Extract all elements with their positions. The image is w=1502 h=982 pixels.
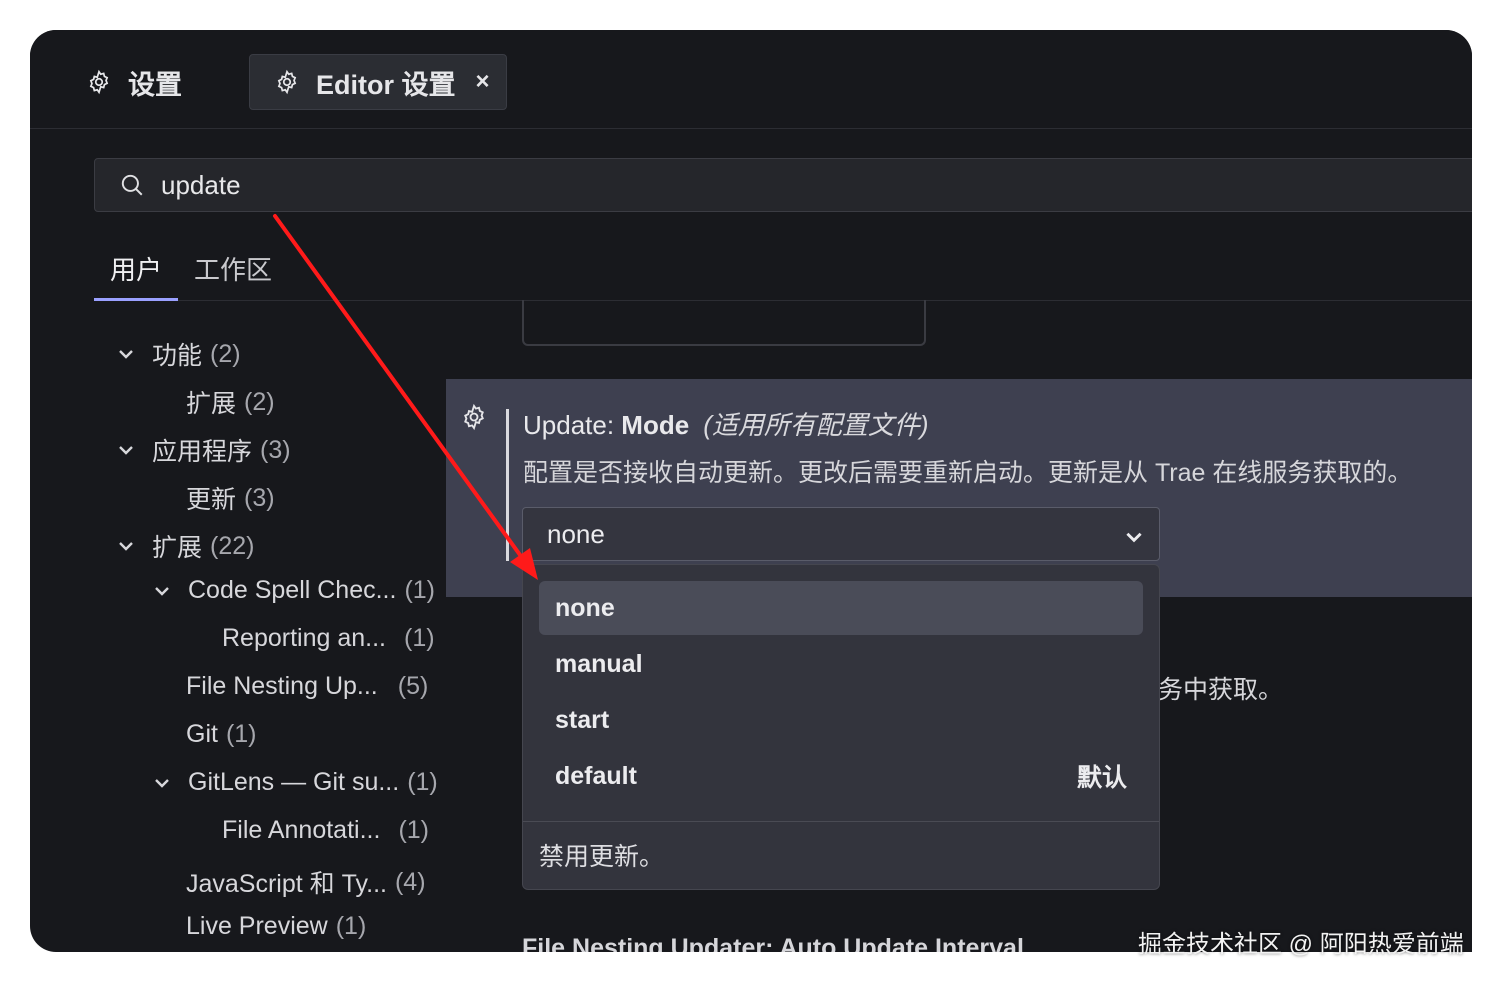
previous-setting-input	[522, 300, 926, 346]
scope-tabs: 用户 工作区	[94, 240, 1472, 301]
hidden-setting-description: 务中获取。	[1158, 676, 1284, 704]
tab-editor-settings[interactable]: Editor 设置 ×	[249, 54, 507, 110]
toc-count: (1)	[398, 816, 429, 844]
tab-settings[interactable]: 设置	[86, 54, 182, 110]
watermark: 掘金技术社区 @ 阿阳热爱前端	[1138, 931, 1464, 958]
toc-label: 应用程序	[152, 438, 253, 466]
option-label: manual	[555, 649, 643, 678]
toc-item[interactable]: File Nesting Up... (5)	[186, 672, 428, 701]
gear-icon	[86, 69, 112, 95]
dropdown-divider	[523, 821, 1159, 822]
toc-label: Live Preview	[186, 912, 328, 940]
tab-label: 设置	[128, 69, 182, 100]
toc-item[interactable]: 应用程序 (3)	[116, 432, 291, 468]
default-tag: 默认	[1076, 764, 1127, 792]
toc-count: (1)	[407, 768, 438, 796]
option-manual[interactable]: manual	[539, 637, 1143, 691]
toc-item[interactable]: 扩展 (22)	[116, 528, 254, 564]
gear-icon[interactable]	[460, 403, 488, 431]
search-icon	[119, 172, 145, 198]
option-label: none	[555, 593, 615, 622]
toc-count: (1)	[404, 624, 435, 652]
option-label: default	[555, 761, 637, 790]
chevron-down-icon	[152, 773, 172, 793]
option-description: 禁用更新。	[539, 843, 665, 871]
toc-item[interactable]: JavaScript 和 Ty... (4)	[186, 864, 426, 900]
toc-count: (1)	[404, 576, 436, 604]
next-setting-title: File Nesting Updater: Auto Update Interv…	[522, 934, 1024, 952]
toc-count: (5)	[397, 672, 429, 700]
active-tab-indicator	[94, 298, 178, 301]
setting-scope-note: (适用所有配置文件)	[703, 410, 929, 440]
chevron-down-icon	[116, 536, 136, 556]
toc-label: File Nesting Up...	[186, 672, 378, 700]
toc-count: (3)	[260, 435, 291, 464]
toc-label: 功能	[152, 342, 203, 370]
toc-label: JavaScript 和 Ty...	[186, 870, 387, 898]
toc-item[interactable]: 扩展 (2)	[186, 384, 275, 420]
option-label: start	[555, 705, 610, 734]
focus-indicator	[506, 409, 509, 561]
tab-bar: 设置 Editor 设置 ×	[30, 30, 1472, 129]
toc-item[interactable]: Code Spell Chec... (1)	[152, 576, 435, 605]
setting-title: Update: Mode (适用所有配置文件)	[523, 405, 929, 442]
setting-name: Mode	[621, 410, 690, 440]
search-input[interactable]	[159, 168, 1063, 202]
select-dropdown: none manual start default 默认 禁用更新。	[522, 564, 1160, 890]
tab-workspace[interactable]: 工作区	[194, 250, 272, 287]
chevron-down-icon	[1123, 524, 1145, 546]
settings-window: 设置 Editor 设置 × 用户 工作区 功能(2) 扩展(2)	[30, 30, 1472, 952]
toc-count: (2)	[244, 387, 275, 416]
chevron-down-icon	[152, 581, 172, 601]
toc-label: 更新	[186, 486, 237, 514]
setting-category: Update:	[523, 410, 622, 440]
close-icon[interactable]: ×	[476, 68, 490, 96]
toc-count: (3)	[244, 483, 275, 512]
toc-label: 扩展	[186, 390, 237, 418]
toc-label: GitLens — Git su...	[188, 768, 400, 796]
toc-label: 扩展	[152, 534, 203, 562]
option-default[interactable]: default 默认	[539, 749, 1143, 803]
chevron-down-icon	[116, 344, 136, 364]
toc-item[interactable]: Live Preview (1)	[186, 912, 366, 941]
tab-label: Editor 设置	[316, 69, 456, 100]
chevron-down-icon	[116, 440, 136, 460]
toc-count: (22)	[210, 531, 255, 560]
toc-item[interactable]: GitLens — Git su... (1)	[152, 768, 438, 797]
toc-count: (4)	[394, 867, 426, 896]
toc-count: (1)	[225, 720, 257, 748]
setting-description: 配置是否接收自动更新。更改后需要重新启动。更新是从 Trae 在线服务获取的。	[523, 459, 1413, 487]
tab-user[interactable]: 用户	[110, 250, 162, 287]
settings-search	[94, 158, 1472, 212]
toc-label: Code Spell Chec...	[188, 576, 397, 604]
toc-count: (2)	[210, 339, 241, 368]
toc-label: Git	[186, 720, 218, 748]
toc-item[interactable]: 更新 (3)	[186, 480, 275, 516]
select-value: none	[547, 518, 605, 549]
gear-icon	[274, 69, 300, 95]
toc-item[interactable]: File Annotati... (1)	[222, 816, 429, 845]
toc-label: Reporting an...	[222, 624, 386, 652]
toc-item[interactable]: Reporting an... (1)	[222, 624, 435, 653]
toc-item[interactable]: Git (1)	[186, 720, 257, 749]
toc-label: File Annotati...	[222, 816, 381, 844]
option-start[interactable]: start	[539, 693, 1143, 747]
toc-count: (1)	[335, 912, 367, 940]
toc-item[interactable]: 功能 (2)	[116, 336, 241, 372]
update-mode-select[interactable]: none	[522, 507, 1160, 561]
option-none[interactable]: none	[539, 581, 1143, 635]
